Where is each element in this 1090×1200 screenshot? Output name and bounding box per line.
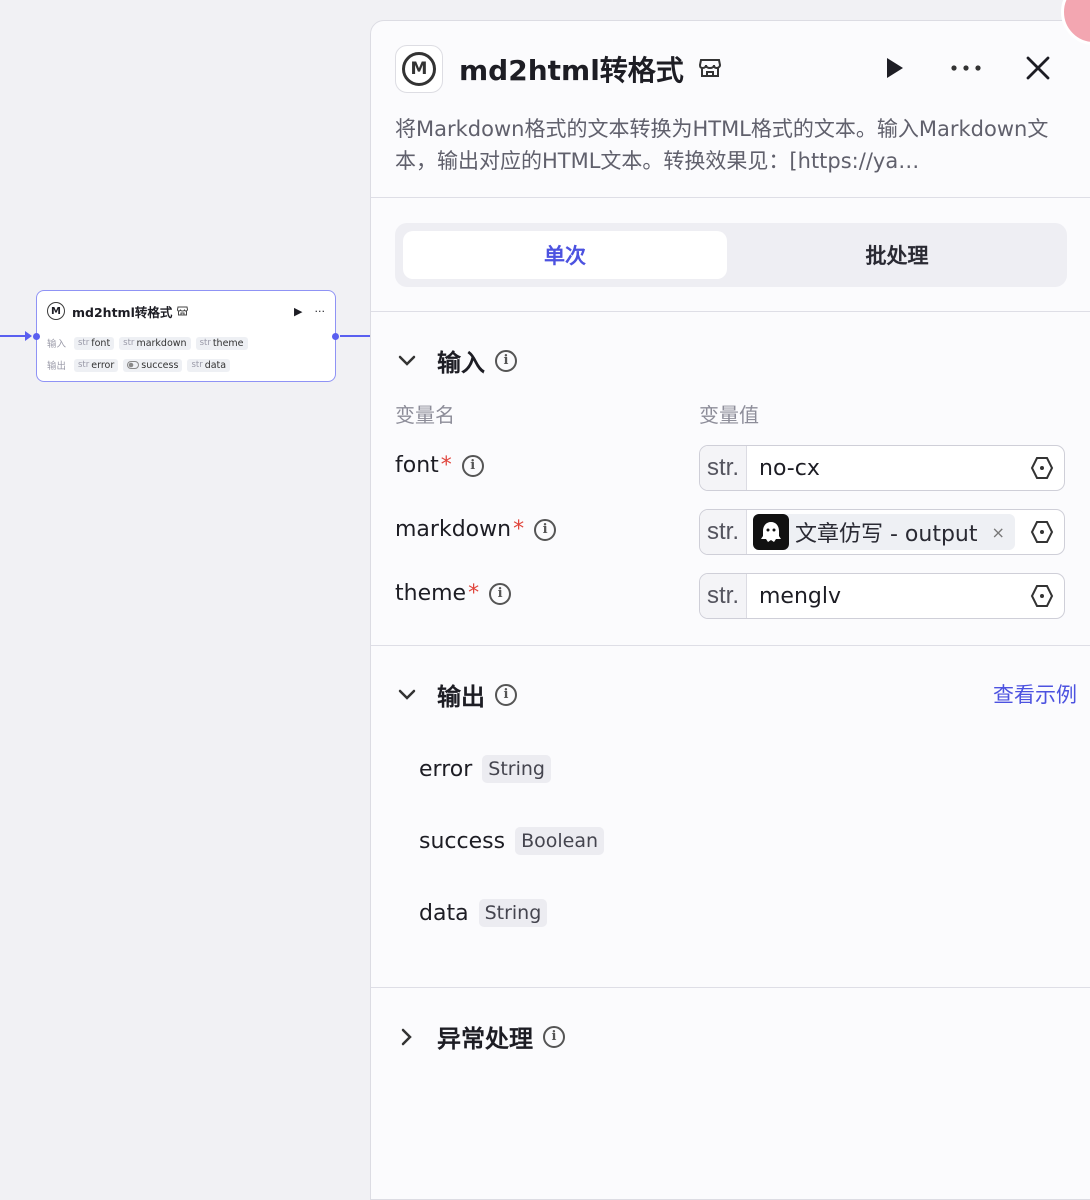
more-button[interactable] xyxy=(949,51,983,85)
markdown-value-input[interactable]: str. 文章仿写 - output × xyxy=(699,509,1065,555)
reference-tag[interactable]: 文章仿写 - output × xyxy=(753,514,1015,550)
node-output-chip: str data xyxy=(187,358,231,372)
divider xyxy=(371,311,1090,312)
node-input-chip: str theme xyxy=(195,336,248,350)
node-input-chip: str font xyxy=(74,336,115,350)
type-str-label: str. xyxy=(700,574,747,618)
var-name-label: markdown xyxy=(395,517,512,542)
store-icon[interactable] xyxy=(699,57,721,79)
play-icon xyxy=(887,58,903,78)
chevron-right-icon[interactable] xyxy=(395,1025,419,1049)
node-more-icon[interactable]: ··· xyxy=(315,305,326,318)
node-outputs-label: 输出 xyxy=(47,361,67,372)
column-header-name: 变量名 xyxy=(395,403,455,427)
plugin-description: 将Markdown格式的文本转换为HTML格式的文本。输入Markdown文本，… xyxy=(395,117,1049,173)
required-mark: * xyxy=(468,581,480,606)
required-mark: * xyxy=(513,517,525,542)
more-icon xyxy=(951,65,981,71)
type-str-label: str. xyxy=(700,510,747,554)
store-icon xyxy=(177,306,189,316)
workflow-node-md2html[interactable]: M md2html转格式 ▶ ··· 输入 str font str markdow… xyxy=(33,290,339,382)
workflow-canvas[interactable]: M md2html转格式 ▶ ··· 输入 str font str markdow… xyxy=(0,0,370,1184)
avatar[interactable] xyxy=(1061,0,1090,45)
ghost-avatar-icon xyxy=(753,514,789,550)
info-icon[interactable]: i xyxy=(495,683,517,706)
close-icon xyxy=(1026,56,1050,80)
outgoing-edge xyxy=(340,335,370,337)
node-config-panel: M md2html转格式 将Markdown格式的文本转换为HTML格式的文本。… xyxy=(370,0,1090,1200)
node-outputs-row: 输出 str error success str data xyxy=(47,357,231,373)
var-name-label: font xyxy=(395,453,439,478)
close-button[interactable] xyxy=(1021,51,1055,85)
node-input-chip: str markdown xyxy=(119,336,191,350)
panel-title: md2html转格式 xyxy=(459,54,684,87)
incoming-edge xyxy=(0,331,32,341)
reference-label: 文章仿写 - output xyxy=(795,522,978,547)
output-type-badge: String xyxy=(478,899,548,927)
variable-hexagon-icon[interactable] xyxy=(1030,456,1054,480)
input-section-header[interactable]: 输入 i xyxy=(395,343,517,378)
output-var-success: success Boolean xyxy=(419,827,604,855)
node-title: md2html转格式 xyxy=(72,304,173,320)
output-type-badge: String xyxy=(482,755,551,783)
exception-section-title: 异常处理 xyxy=(437,1025,533,1053)
run-button[interactable] xyxy=(877,51,911,85)
node-output-port[interactable] xyxy=(332,333,339,340)
theme-value-input[interactable]: str. menglv xyxy=(699,573,1065,619)
output-type-badge: Boolean xyxy=(515,827,604,855)
output-var-data: data String xyxy=(419,899,548,927)
input-var-markdown: markdown * i xyxy=(395,517,557,542)
chevron-down-icon[interactable] xyxy=(395,349,419,373)
required-mark: * xyxy=(440,453,452,478)
node-input-port[interactable] xyxy=(33,333,40,340)
input-value[interactable]: menglv xyxy=(759,584,841,609)
tab-single[interactable]: 单次 xyxy=(403,231,727,279)
chevron-down-icon[interactable] xyxy=(395,683,419,707)
font-value-input[interactable]: str. no-cx xyxy=(699,445,1065,491)
view-example-link[interactable]: 查看示例 xyxy=(993,679,1077,709)
output-var-error: error String xyxy=(419,755,551,783)
exception-section-header[interactable]: 异常处理 i xyxy=(395,1019,565,1054)
boolean-toggle-icon xyxy=(127,361,140,369)
output-section-header[interactable]: 输出 i xyxy=(395,677,517,712)
variable-hexagon-icon[interactable] xyxy=(1030,584,1054,608)
input-var-theme: theme * i xyxy=(395,581,512,606)
type-str-label: str. xyxy=(700,446,747,490)
node-run-icon[interactable]: ▶ xyxy=(294,305,302,318)
output-var-name: data xyxy=(419,900,469,926)
run-mode-tabs: 单次 批处理 xyxy=(395,223,1067,287)
info-icon[interactable]: i xyxy=(461,454,484,477)
divider xyxy=(371,645,1090,646)
remove-reference-icon[interactable]: × xyxy=(992,523,1005,542)
input-var-font: font * i xyxy=(395,453,484,478)
info-icon[interactable]: i xyxy=(543,1025,565,1048)
info-icon[interactable]: i xyxy=(534,518,557,541)
var-name-label: theme xyxy=(395,581,467,606)
plugin-logo-icon: M xyxy=(47,302,65,320)
plugin-logo: M xyxy=(395,45,443,93)
divider xyxy=(371,987,1090,988)
info-icon[interactable]: i xyxy=(489,582,512,605)
plugin-logo-icon: M xyxy=(402,52,436,86)
output-var-name: error xyxy=(419,756,473,782)
divider xyxy=(371,197,1090,198)
column-header-value: 变量值 xyxy=(699,403,759,427)
info-icon[interactable]: i xyxy=(495,349,517,372)
node-output-chip: success xyxy=(123,358,183,372)
output-section-title: 输出 xyxy=(437,683,485,711)
input-value[interactable]: no-cx xyxy=(759,456,820,481)
node-output-chip: str error xyxy=(74,358,119,372)
tab-batch[interactable]: 批处理 xyxy=(735,231,1059,279)
node-inputs-label: 输入 xyxy=(47,339,67,350)
output-var-name: success xyxy=(419,828,506,854)
input-section-title: 输入 xyxy=(437,349,485,377)
variable-hexagon-icon[interactable] xyxy=(1030,520,1054,544)
node-inputs-row: 输入 str font str markdown str theme xyxy=(47,335,248,351)
